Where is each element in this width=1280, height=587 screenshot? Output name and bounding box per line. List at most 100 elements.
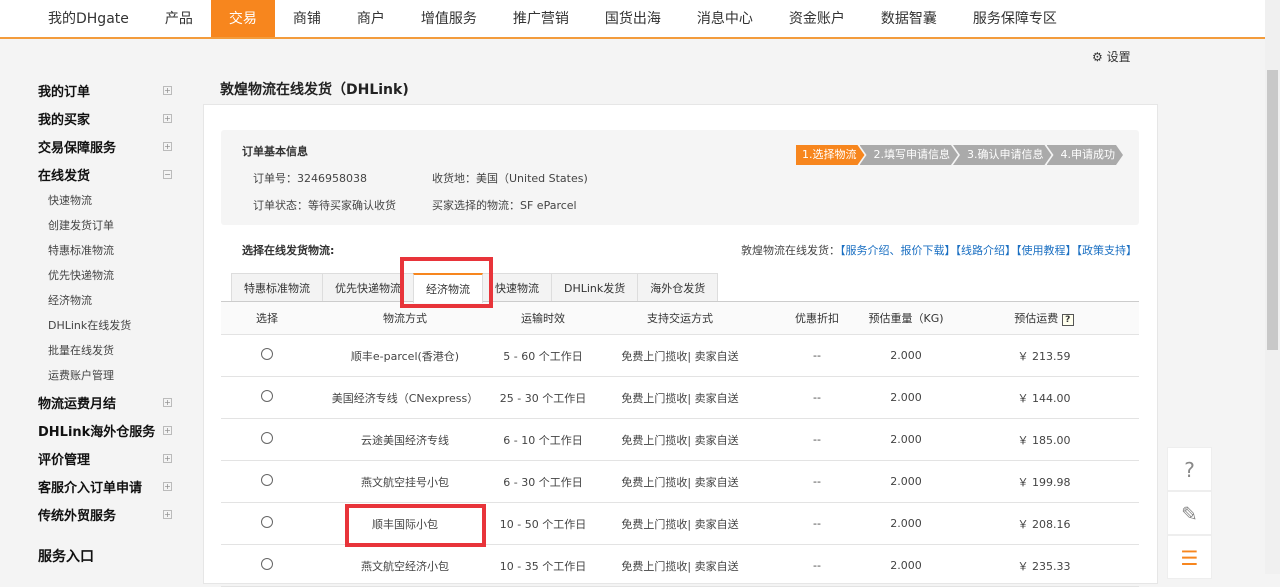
table-cell: ￥ 199.98 bbox=[1017, 475, 1071, 489]
chat-float-button[interactable]: ☰ bbox=[1167, 535, 1212, 579]
sidebar-group[interactable]: 在线发货 − bbox=[38, 160, 178, 188]
feedback-float-button[interactable]: ✎ bbox=[1167, 491, 1212, 535]
sidebar-subitem[interactable]: 特惠标准物流 bbox=[38, 238, 178, 263]
column-header-label: 运输时效 bbox=[521, 312, 565, 325]
select-radio[interactable] bbox=[261, 390, 273, 402]
sidebar-group[interactable]: 评价管理 + bbox=[38, 444, 178, 472]
table-cell: 25 - 30 个工作日 bbox=[499, 391, 587, 405]
scrollbar[interactable] bbox=[1265, 0, 1280, 574]
select-logistics-label: 选择在线发货物流: bbox=[242, 244, 335, 257]
select-cell bbox=[221, 516, 313, 531]
table-cell: 免费上门揽收| 卖家自送 bbox=[621, 559, 739, 573]
tab-4[interactable]: DHLink发货 bbox=[551, 273, 639, 302]
help-icon[interactable]: ? bbox=[1061, 314, 1074, 326]
nav-item[interactable]: 商户 bbox=[339, 0, 403, 37]
table-cell: ￥ 208.16 bbox=[1017, 517, 1071, 531]
table-cell: 免费上门揽收| 卖家自送 bbox=[621, 433, 739, 447]
sidebar: 我的订单 + 我的买家 + 交易保障服务 + 在线发货 − 快速物流 创建发货订单 特惠标准物流 优先… bbox=[38, 76, 178, 570]
table-cell: ￥ 144.00 bbox=[1017, 391, 1071, 405]
sidebar-subitem[interactable]: 创建发货订单 bbox=[38, 213, 178, 238]
table-cell: ￥ 235.33 bbox=[1017, 559, 1071, 573]
sidebar-subitem[interactable]: 批量在线发货 bbox=[38, 338, 178, 363]
sidebar-subitem[interactable]: 经济物流 bbox=[38, 288, 178, 313]
nav-item[interactable]: 消息中心 bbox=[679, 0, 771, 37]
sidebar-subitem[interactable]: 快速物流 bbox=[38, 188, 178, 213]
nav-item[interactable]: 国货出海 bbox=[587, 0, 679, 37]
select-radio[interactable] bbox=[261, 348, 273, 360]
chat-icon: ☰ bbox=[1180, 546, 1199, 570]
order-info: 订单基本信息 订单号：3246958038 收货地：美国（United Stat… bbox=[221, 130, 1139, 225]
nav-item[interactable]: 我的DHgate bbox=[30, 0, 147, 37]
settings-link[interactable]: ⚙ 设置 bbox=[1092, 48, 1131, 65]
expand-toggle-icon[interactable]: + bbox=[163, 397, 172, 407]
sidebar-group[interactable]: DHLink海外仓服务 + bbox=[38, 416, 178, 444]
column-header: 支持交运方式 bbox=[589, 310, 771, 326]
nav-item[interactable]: 商铺 bbox=[275, 0, 339, 37]
expand-toggle-icon[interactable]: + bbox=[163, 481, 172, 491]
table-cell: 免费上门揽收| 卖家自送 bbox=[621, 349, 739, 363]
step-3: 3.确认申请信息 bbox=[953, 145, 1052, 165]
sidebar-group[interactable]: 物流运费月结 + bbox=[38, 388, 178, 416]
expand-toggle-icon[interactable]: + bbox=[163, 509, 172, 519]
page-title: 敦煌物流在线发货（DHLink) bbox=[220, 82, 409, 98]
table-header: 选择 物流方式 运输时效 支持交运方式 优惠折扣 预估重量（KG) 预估运费 ? bbox=[221, 302, 1139, 335]
tab-1[interactable]: 优先快递物流 bbox=[322, 273, 414, 302]
sidebar-group[interactable]: 交易保障服务 + bbox=[38, 132, 178, 160]
tab-3[interactable]: 快速物流 bbox=[482, 273, 552, 302]
expand-toggle-icon[interactable]: + bbox=[163, 141, 172, 151]
help-link[interactable]: 【服务介绍、报价下载】 bbox=[840, 244, 956, 257]
select-radio[interactable] bbox=[261, 474, 273, 486]
expand-toggle-icon[interactable]: + bbox=[163, 85, 172, 95]
nav-item[interactable]: 增值服务 bbox=[403, 0, 495, 37]
scrollbar-thumb[interactable] bbox=[1267, 70, 1278, 350]
table-cell: 美国经济专线（CNexpress） bbox=[331, 391, 479, 405]
step-2: 2.填写申请信息 bbox=[860, 145, 959, 165]
help-link[interactable]: 【使用教程】 bbox=[1016, 244, 1077, 257]
column-header-label: 优惠折扣 bbox=[795, 312, 839, 325]
sidebar-group[interactable]: 客服介入订单申请 + bbox=[38, 472, 178, 500]
column-header: 优惠折扣 bbox=[771, 310, 863, 326]
table-cell: -- bbox=[813, 475, 821, 488]
tab-0[interactable]: 特惠标准物流 bbox=[231, 273, 323, 302]
select-cell bbox=[221, 390, 313, 405]
column-header-label: 支持交运方式 bbox=[647, 312, 713, 325]
sidebar-subitem[interactable]: 优先快递物流 bbox=[38, 263, 178, 288]
column-header: 选择 bbox=[221, 310, 313, 326]
sidebar-group[interactable]: 我的买家 + bbox=[38, 104, 178, 132]
nav-item[interactable]: 数据智囊 bbox=[863, 0, 955, 37]
top-nav: 我的DHgate 产品 交易 商铺 商户 增值服务 推广营销 国货出海 消息中心 资金账户 数据智囊… bbox=[0, 0, 1265, 39]
sidebar-subitem[interactable]: DHLink在线发货 bbox=[38, 313, 178, 338]
select-radio[interactable] bbox=[261, 558, 273, 570]
nav-item[interactable]: 产品 bbox=[147, 0, 211, 37]
sidebar-group[interactable]: 传统外贸服务 + bbox=[38, 500, 178, 528]
destination: 收货地：美国（United States) bbox=[432, 172, 588, 185]
links-prefix: 敦煌物流在线发货： bbox=[741, 244, 840, 257]
tab-5[interactable]: 海外仓发货 bbox=[637, 273, 719, 302]
help-float-button[interactable]: ? bbox=[1167, 447, 1212, 491]
select-cell bbox=[221, 474, 313, 489]
table-cell: 燕文航空经济小包 bbox=[361, 559, 449, 573]
nav-item[interactable]: 服务保障专区 bbox=[955, 0, 1075, 37]
order-number: 订单号：3246958038 bbox=[253, 172, 367, 185]
help-link[interactable]: 【线路介绍】 bbox=[956, 244, 1017, 257]
logistics-table: 选择 物流方式 运输时效 支持交运方式 优惠折扣 预估重量（KG) 预估运费 ? 顺丰e-pa… bbox=[221, 301, 1139, 587]
select-radio[interactable] bbox=[261, 516, 273, 528]
expand-toggle-icon[interactable]: + bbox=[163, 453, 172, 463]
expand-toggle-icon[interactable]: + bbox=[163, 425, 172, 435]
table-cell: ￥ 213.59 bbox=[1017, 349, 1071, 363]
nav-item[interactable]: 资金账户 bbox=[771, 0, 863, 37]
help-link[interactable]: 【政策支持】 bbox=[1077, 244, 1138, 257]
table-cell: -- bbox=[813, 391, 821, 404]
table-row: 顺丰e-parcel(香港仓) 5 - 60 个工作日 免费上门揽收| 卖家自送 --… bbox=[221, 335, 1139, 377]
expand-toggle-icon[interactable]: + bbox=[163, 113, 172, 123]
select-radio[interactable] bbox=[261, 432, 273, 444]
sidebar-group-label: 我的订单 bbox=[38, 84, 91, 100]
sidebar-subitem[interactable]: 运费账户管理 bbox=[38, 363, 178, 388]
sidebar-group[interactable]: 我的订单 + bbox=[38, 76, 178, 104]
nav-item[interactable]: 推广营销 bbox=[495, 0, 587, 37]
table-row: 燕文航空挂号小包 6 - 30 个工作日 免费上门揽收| 卖家自送 -- 2.000 ￥ … bbox=[221, 461, 1139, 503]
sidebar-group-label: 在线发货 bbox=[38, 168, 91, 184]
expand-toggle-icon[interactable]: − bbox=[163, 169, 172, 179]
tab-2[interactable]: 经济物流 bbox=[413, 273, 483, 303]
nav-item[interactable]: 交易 bbox=[210, 0, 275, 37]
